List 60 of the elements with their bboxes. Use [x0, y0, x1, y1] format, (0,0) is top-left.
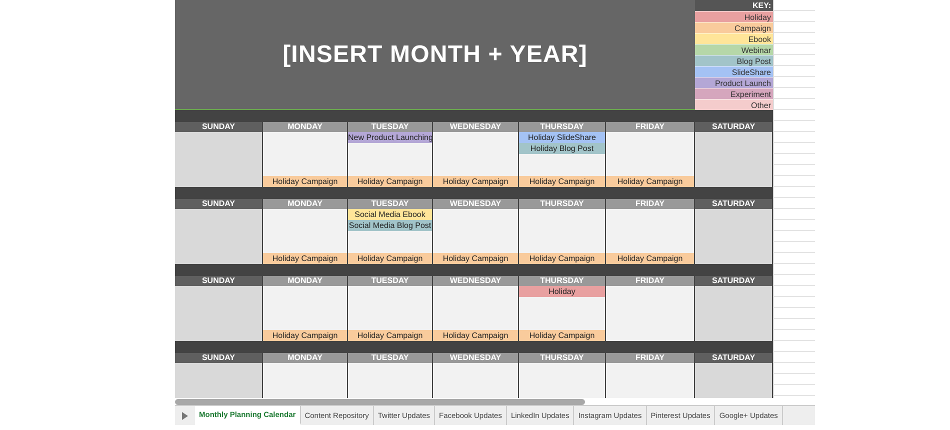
day-header: MONDAY — [263, 276, 348, 286]
event-label: Holiday Campaign — [433, 253, 518, 264]
day-header: SATURDAY — [695, 353, 773, 363]
day-header: MONDAY — [263, 199, 348, 209]
day-header: TUESDAY — [348, 353, 433, 363]
day-header: SATURDAY — [695, 199, 773, 209]
key-entry: Campaign — [695, 22, 773, 33]
day-header: WEDNESDAY — [433, 353, 519, 363]
event-label: Holiday Campaign — [263, 330, 347, 341]
day-header: THURSDAY — [519, 353, 606, 363]
day-header: TUESDAY — [348, 276, 433, 286]
event-label: Holiday Campaign — [519, 176, 605, 187]
day-header: THURSDAY — [519, 122, 606, 132]
day-header: FRIDAY — [606, 353, 695, 363]
key-entry: Ebook — [695, 33, 773, 44]
event-label: Holiday Campaign — [519, 330, 605, 341]
day-header: SATURDAY — [695, 276, 773, 286]
event-label: Holiday — [519, 286, 605, 297]
month-title: [INSERT MONTH + YEAR] — [282, 40, 588, 70]
event-label: Holiday SlideShare — [519, 132, 605, 143]
day-header: SUNDAY — [175, 353, 263, 363]
event-label: Holiday Campaign — [433, 176, 518, 187]
key-entry: Holiday — [695, 11, 773, 22]
day-header: MONDAY — [263, 353, 348, 363]
event-label: Holiday Blog Post — [519, 143, 605, 154]
horizontal-scrollbar[interactable] — [175, 398, 585, 404]
day-header: TUESDAY — [348, 122, 433, 132]
day-header: FRIDAY — [606, 199, 695, 209]
event-label: Holiday Campaign — [606, 253, 694, 264]
day-header: THURSDAY — [519, 199, 606, 209]
key-entry: Blog Post — [695, 55, 773, 66]
day-header: THURSDAY — [519, 276, 606, 286]
day-header: TUESDAY — [348, 199, 433, 209]
key-entry: Other — [695, 99, 773, 110]
event-label: Holiday Campaign — [263, 176, 347, 187]
day-header: SUNDAY — [175, 276, 263, 286]
day-header: WEDNESDAY — [433, 276, 519, 286]
day-header: SUNDAY — [175, 199, 263, 209]
day-header: SUNDAY — [175, 122, 263, 132]
day-header: SATURDAY — [695, 122, 773, 132]
day-header: FRIDAY — [606, 122, 695, 132]
event-label: Social Media Ebook — [348, 209, 432, 220]
play-icon — [182, 412, 188, 420]
key-entry: SlideShare — [695, 66, 773, 77]
event-label: Holiday Campaign — [263, 253, 347, 264]
day-header: FRIDAY — [606, 276, 695, 286]
event-label: Holiday Campaign — [606, 176, 694, 187]
event-label: Social Media Blog Post — [348, 220, 432, 231]
key-entry: Experiment — [695, 88, 773, 99]
event-label: Holiday Campaign — [348, 253, 432, 264]
day-header: MONDAY — [263, 122, 348, 132]
day-header: WEDNESDAY — [433, 122, 519, 132]
key-entry: Product Launch — [695, 77, 773, 88]
key-entry: Webinar — [695, 44, 773, 55]
day-header: WEDNESDAY — [433, 199, 519, 209]
event-label: Holiday Campaign — [433, 330, 518, 341]
event-label: Holiday Campaign — [348, 330, 432, 341]
key-heading: KEY: — [751, 0, 772, 11]
event-label: Holiday Campaign — [348, 176, 432, 187]
event-label: Holiday Campaign — [519, 253, 605, 264]
